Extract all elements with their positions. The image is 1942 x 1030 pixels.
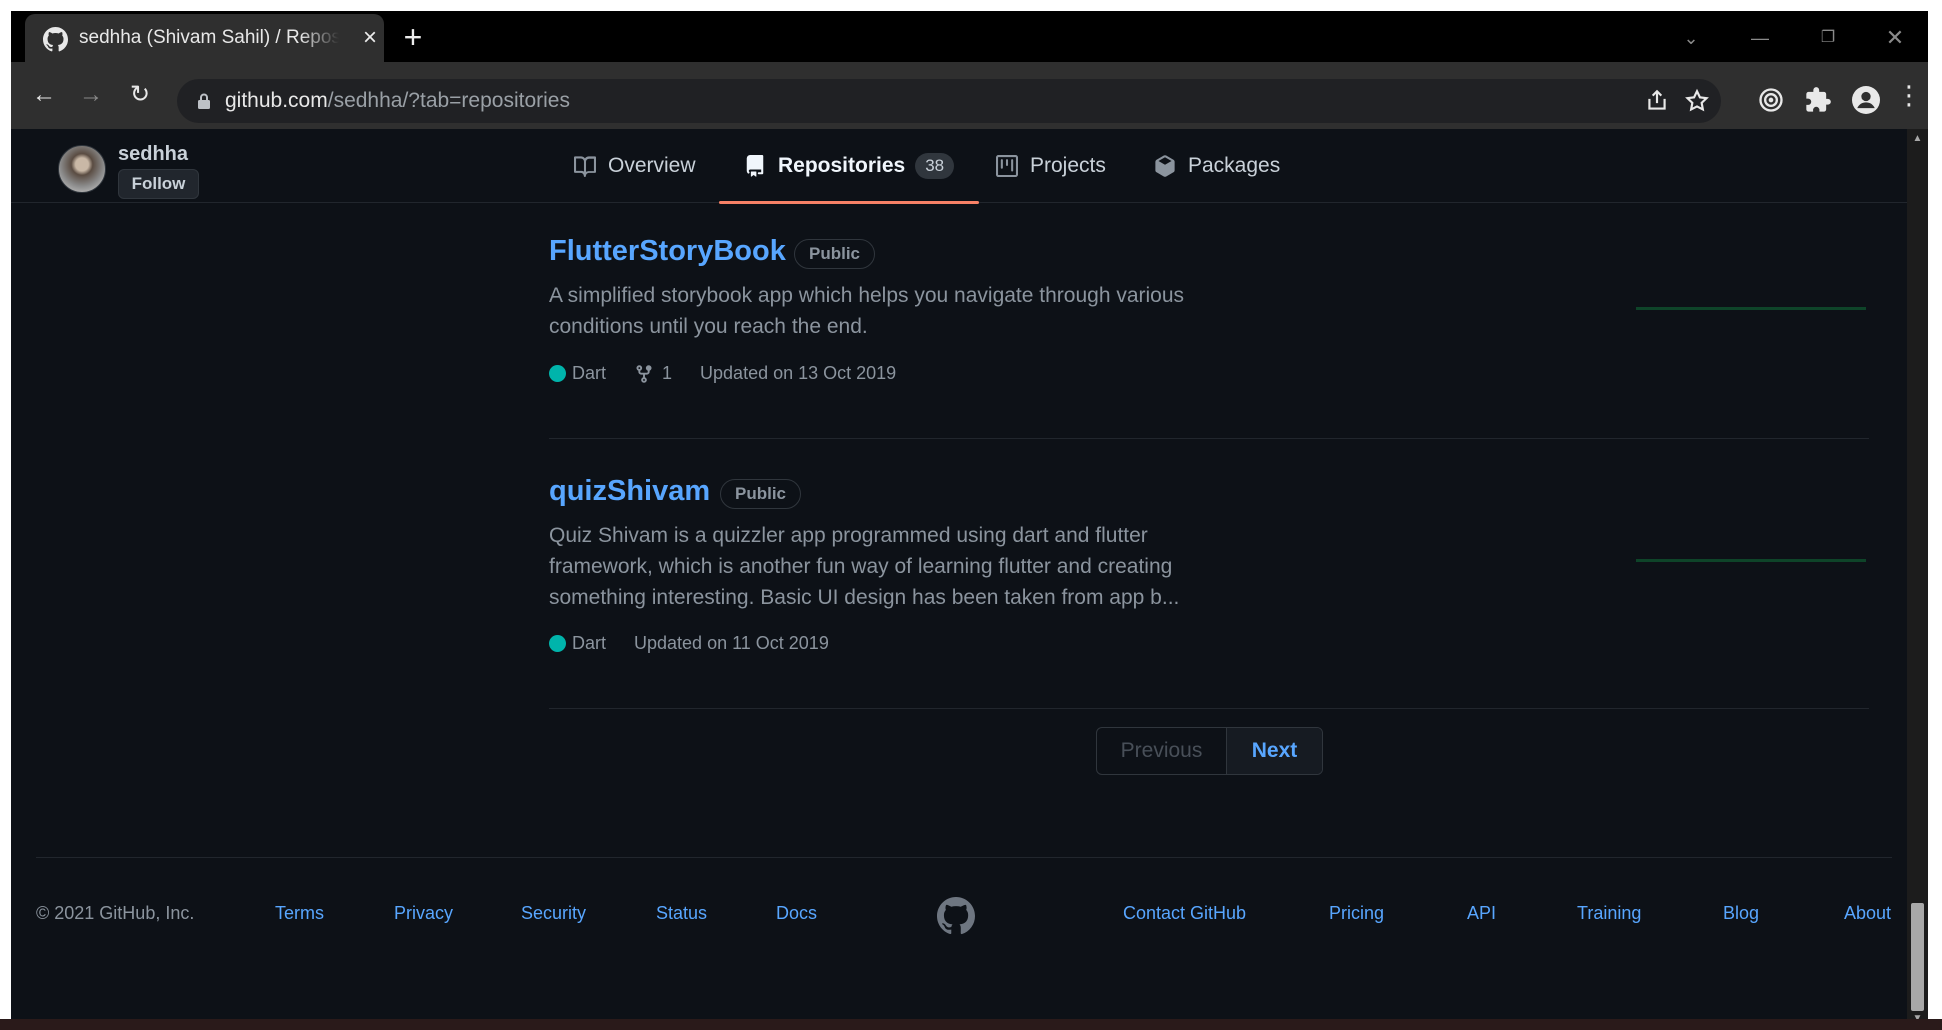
github-logo-icon[interactable] <box>937 897 975 935</box>
page-scrollbar[interactable]: ▲ ▼ <box>1907 129 1928 1030</box>
scroll-up-icon[interactable]: ▲ <box>1911 133 1924 145</box>
taskbar-edge <box>0 1019 1942 1030</box>
extension-target-icon[interactable] <box>1757 86 1785 114</box>
footer-link-blog[interactable]: Blog <box>1723 903 1759 924</box>
follow-button[interactable]: Follow <box>118 169 199 199</box>
tab-close-icon[interactable]: × <box>358 26 382 50</box>
footer-link-about[interactable]: About <box>1844 903 1891 924</box>
repo-count-badge: 38 <box>915 153 955 179</box>
repo-description: A simplified storybook app which helps y… <box>549 284 1185 338</box>
book-icon <box>574 156 596 177</box>
footer-link-terms[interactable]: Terms <box>275 903 324 924</box>
profile-avatar-icon[interactable] <box>1852 86 1880 114</box>
github-icon <box>43 27 68 52</box>
new-tab-button[interactable]: + <box>400 21 426 53</box>
extensions-puzzle-icon[interactable] <box>1804 86 1832 114</box>
footer-copyright: © 2021 GitHub, Inc. <box>36 903 195 923</box>
repo-name-link[interactable]: quizShivam <box>549 475 710 508</box>
url-text: github.com/sedhha/?tab=repositories <box>225 89 570 112</box>
activity-sparkline <box>1636 307 1866 310</box>
tab-overview-label: Overview <box>608 154 696 177</box>
tab-strip: sedhha (Shivam Sahil) / Repositories × +… <box>11 11 1928 62</box>
browser-tab[interactable]: sedhha (Shivam Sahil) / Repositories × <box>25 14 384 62</box>
footer-link-pricing[interactable]: Pricing <box>1329 903 1384 924</box>
tab-title: sedhha (Shivam Sahil) / Repositories <box>79 27 339 48</box>
share-icon[interactable] <box>1644 88 1670 114</box>
menu-kebab-icon[interactable]: ⋮ <box>1892 78 1926 112</box>
next-page-button[interactable]: Next <box>1227 728 1322 774</box>
fork-icon <box>636 364 652 383</box>
forward-icon[interactable]: → <box>74 78 108 112</box>
scroll-thumb[interactable] <box>1911 903 1924 1011</box>
repo-list-item: FlutterStoryBook Public A simplified sto… <box>549 235 1869 439</box>
footer-link-docs[interactable]: Docs <box>776 903 817 924</box>
pagination: Previous Next <box>1096 727 1323 775</box>
footer-link-security[interactable]: Security <box>521 903 586 924</box>
visibility-badge: Public <box>720 479 802 509</box>
repo-forks-link[interactable]: 1 <box>634 363 672 384</box>
repo-description: Quiz Shivam is a quizzler app programmed… <box>549 524 1180 609</box>
tab-packages-label: Packages <box>1188 154 1281 177</box>
page-content: sedhha Follow Overview Repositories 38 P… <box>11 129 1907 1030</box>
back-icon[interactable]: ← <box>27 78 61 112</box>
repo-meta: Dart Updated on 11 Oct 2019 <box>549 633 857 654</box>
footer: © 2021 GitHub, Inc. Terms Privacy Securi… <box>11 889 1907 949</box>
close-window-icon[interactable]: ✕ <box>1880 23 1910 53</box>
minimize-icon[interactable]: — <box>1745 23 1775 53</box>
tab-projects[interactable]: Projects <box>996 129 1106 203</box>
language-color-dot <box>549 365 566 382</box>
footer-divider <box>36 857 1892 858</box>
previous-page-button[interactable]: Previous <box>1097 728 1227 774</box>
repo-name-link[interactable]: FlutterStoryBook <box>549 235 786 268</box>
repo-icon <box>746 155 764 177</box>
tab-repositories[interactable]: Repositories 38 <box>719 129 980 204</box>
visibility-badge: Public <box>794 239 876 269</box>
bookmark-star-icon[interactable] <box>1684 88 1710 114</box>
footer-link-privacy[interactable]: Privacy <box>394 903 453 924</box>
profile-subnav: sedhha Follow Overview Repositories 38 P… <box>11 129 1907 204</box>
repo-language: Dart <box>549 363 606 384</box>
tab-overview[interactable]: Overview <box>574 129 696 203</box>
reload-icon[interactable]: ↻ <box>123 78 157 112</box>
tab-search-icon[interactable]: ⌄ <box>1676 23 1706 53</box>
footer-link-status[interactable]: Status <box>656 903 707 924</box>
repo-updated: Updated on 11 Oct 2019 <box>634 633 829 653</box>
lock-icon <box>198 93 210 109</box>
tab-projects-label: Projects <box>1030 154 1106 177</box>
restore-icon[interactable]: ❐ <box>1813 23 1843 53</box>
activity-sparkline <box>1636 559 1866 562</box>
language-color-dot <box>549 635 566 652</box>
repo-list-item: quizShivam Public Quiz Shivam is a quizz… <box>549 475 1869 709</box>
repo-meta: Dart 1 Updated on 13 Oct 2019 <box>549 363 924 384</box>
package-icon <box>1155 155 1175 177</box>
avatar[interactable] <box>58 145 106 193</box>
footer-link-training[interactable]: Training <box>1577 903 1641 924</box>
project-icon <box>996 155 1018 177</box>
browser-toolbar: ← → ↻ github.com/sedhha/?tab=repositorie… <box>11 62 1928 129</box>
footer-link-contact[interactable]: Contact GitHub <box>1123 903 1246 924</box>
username[interactable]: sedhha <box>118 143 188 166</box>
address-bar[interactable]: github.com/sedhha/?tab=repositories <box>177 79 1721 123</box>
repo-updated: Updated on 13 Oct 2019 <box>700 363 897 383</box>
repo-language: Dart <box>549 633 606 654</box>
tab-repositories-label: Repositories <box>778 154 906 177</box>
tab-packages[interactable]: Packages <box>1154 129 1280 203</box>
browser-window: sedhha (Shivam Sahil) / Repositories × +… <box>11 11 1928 1030</box>
footer-link-api[interactable]: API <box>1467 903 1496 924</box>
